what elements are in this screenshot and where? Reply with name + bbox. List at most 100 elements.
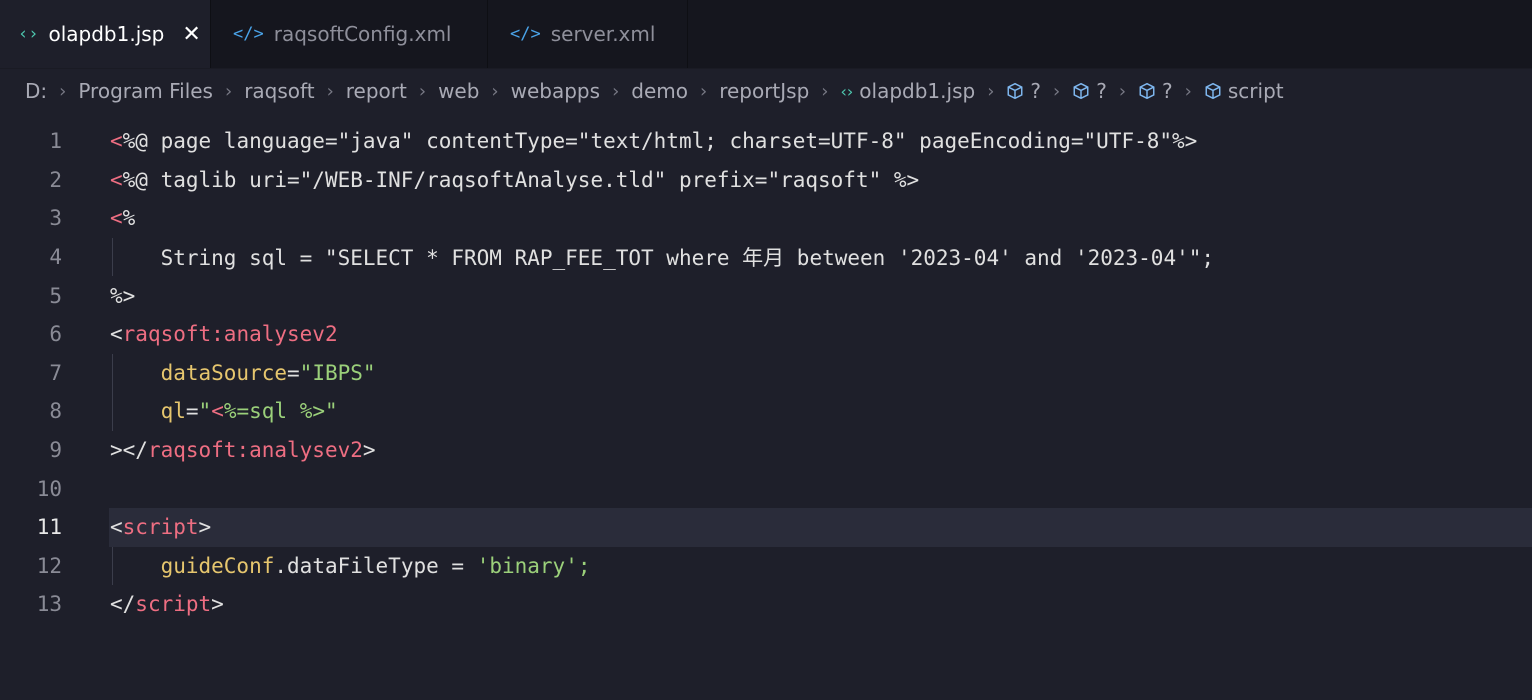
line-text: ql="<%=sql %>" (110, 399, 338, 423)
breadcrumb-symbol[interactable]: ? (1006, 79, 1041, 103)
breadcrumb-item[interactable]: D: (25, 79, 47, 103)
tab-raqsoftconfig-xml[interactable]: </> raqsoftConfig.xml (211, 0, 488, 68)
code-token: "IBPS" (299, 360, 376, 385)
breadcrumb-item[interactable]: raqsoft (244, 79, 314, 103)
code-line[interactable]: 6 <raqsoft:analysev2 (0, 315, 1532, 354)
code-line[interactable]: 13 </script> (0, 585, 1532, 624)
code-token: < (110, 167, 123, 192)
line-number: 10 (36, 476, 62, 501)
chevron-right-icon: › (987, 80, 995, 102)
code-token: %=sql %>" (223, 399, 338, 424)
indent-guide (112, 353, 113, 431)
code-editor[interactable]: 1 <%@ page language="java" contentType="t… (0, 122, 1532, 624)
breadcrumb: D: › Program Files › raqsoft › report › … (0, 69, 1532, 113)
line-text: guideConf.dataFileType = 'binary'; (110, 553, 591, 578)
code-token: ></ (110, 438, 148, 463)
breadcrumb-label: script (1227, 79, 1284, 103)
code-line[interactable]: 11 <script> (37, 507, 1532, 547)
code-token: %@ page language="java" contentType="tex… (122, 129, 1198, 154)
cube-icon (1007, 82, 1023, 100)
cube-icon (1139, 82, 1155, 100)
code-token: script (122, 515, 199, 540)
breadcrumb-label: ? (1096, 79, 1107, 103)
jsp-file-icon: ‹› (840, 81, 854, 101)
chevron-right-icon: › (699, 80, 708, 102)
code-token: raqsoft:analysev2 (122, 322, 338, 347)
breadcrumb-item[interactable]: Program Files (78, 79, 213, 103)
xml-file-icon: </> (233, 24, 264, 44)
code-line[interactable]: 4 String sql = "SELECT * FROM RAP_FEE_TO… (0, 238, 1532, 277)
line-text: <raqsoft:analysev2 (110, 322, 338, 346)
breadcrumb-symbol[interactable]: ? (1072, 79, 1107, 103)
code-line[interactable]: 7 dataSource="IBPS" (0, 354, 1532, 393)
breadcrumb-item[interactable]: report (346, 79, 407, 103)
code-token: script (135, 592, 212, 617)
tab-server-xml[interactable]: </> server.xml (488, 0, 688, 68)
breadcrumb-item[interactable]: webapps (511, 79, 600, 103)
code-line[interactable]: 9 ></raqsoft:analysev2> (0, 431, 1532, 470)
chevron-right-icon: › (326, 80, 334, 102)
code-line[interactable]: 12 guideConf.dataFileType = 'binary'; (0, 547, 1532, 586)
code-token: . (274, 553, 288, 578)
chevron-right-icon: › (612, 80, 620, 102)
tab-label: olapdb1.jsp (48, 22, 165, 46)
code-token: > (198, 515, 212, 540)
code-token: dataSource (160, 360, 288, 385)
line-number: 4 (49, 245, 62, 270)
breadcrumb-symbol[interactable]: ? (1138, 79, 1173, 103)
breadcrumb-item[interactable]: web (438, 79, 479, 103)
close-icon[interactable]: ✕ (182, 22, 200, 47)
line-number: 2 (49, 167, 62, 192)
line-number: 6 (49, 322, 62, 347)
chevron-right-icon: › (1118, 80, 1127, 102)
code-token: % (122, 206, 136, 231)
code-token: guideConf (160, 553, 275, 578)
jsp-file-icon: ‹› (18, 24, 39, 44)
chevron-right-icon: › (491, 80, 499, 102)
code-token: dataFileType = (287, 553, 477, 578)
line-number: 9 (49, 438, 62, 463)
code-line[interactable]: 10 (0, 469, 1532, 508)
code-line[interactable]: 1 <%@ page language="java" contentType="t… (0, 122, 1532, 161)
code-line[interactable]: 2 <%@ taglib uri="/WEB-INF/raqsoftAnalyse… (0, 161, 1532, 200)
tab-olapdb1-jsp[interactable]: ‹› olapdb1.jsp ✕ (0, 0, 211, 68)
chevron-right-icon: › (821, 80, 829, 102)
code-token: < (110, 515, 123, 540)
chevron-right-icon: › (59, 80, 67, 102)
breadcrumb-symbol[interactable]: script (1204, 79, 1284, 103)
line-number: 8 (49, 399, 62, 424)
code-token: = (185, 399, 199, 424)
code-token: %@ taglib uri="/WEB-INF/raqsoftAnalyse.t… (122, 167, 920, 192)
code-token: = (287, 360, 300, 385)
code-token: %> (110, 283, 136, 308)
line-text: String sql = "SELECT * FROM RAP_FEE_TOT … (110, 242, 1214, 272)
breadcrumb-file[interactable]: ‹› olapdb1.jsp (841, 79, 976, 103)
code-token: < (110, 129, 123, 154)
code-line[interactable]: 3 <% (0, 199, 1532, 238)
tab-label: server.xml (550, 22, 656, 46)
line-text: </script> (110, 592, 224, 616)
editor-tab-bar: ‹› olapdb1.jsp ✕ </> raqsoftConfig.xml <… (0, 0, 1532, 69)
chevron-right-icon: › (224, 80, 233, 102)
code-line[interactable]: 5 %> (0, 276, 1532, 315)
code-line[interactable]: 8 ql="<%=sql %>" (0, 392, 1532, 431)
code-token: > (211, 592, 224, 617)
line-text: <%@ page language="java" contentType="te… (110, 129, 1197, 153)
code-token: ql (160, 399, 186, 424)
cube-icon (1205, 82, 1221, 100)
line-number: 12 (36, 553, 62, 578)
code-token: 'binary'; (476, 553, 591, 578)
chevron-right-icon: › (418, 80, 427, 102)
code-token: < (211, 399, 224, 424)
line-number: 11 (36, 515, 62, 540)
xml-file-icon: </> (510, 24, 541, 44)
code-token: " (198, 399, 212, 424)
breadcrumb-item[interactable]: demo (631, 79, 688, 103)
line-text: <script> (110, 515, 211, 539)
breadcrumb-item[interactable]: reportJsp (719, 79, 809, 103)
code-token: String sql = "SELECT * FROM RAP_FEE_TOT … (110, 246, 1215, 271)
line-text: <%@ taglib uri="/WEB-INF/raqsoftAnalyse.… (110, 168, 919, 192)
